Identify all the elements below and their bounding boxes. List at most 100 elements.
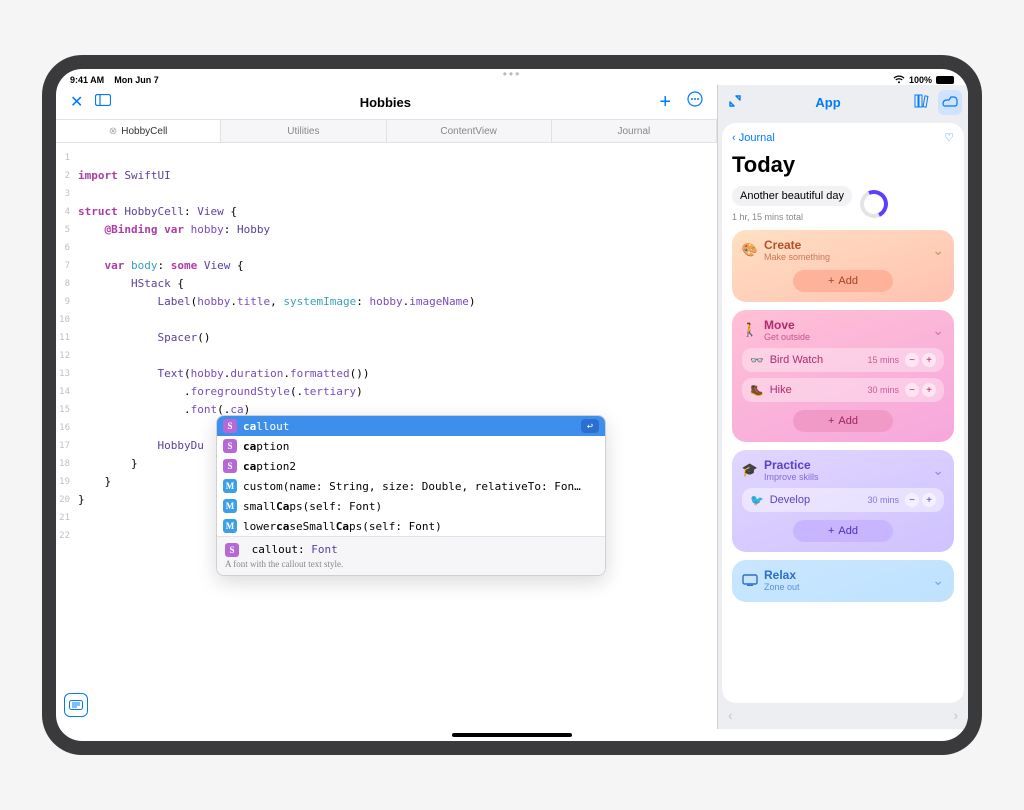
tab-label: HobbyCell — [121, 126, 167, 137]
editor-tabs: ⊗ HobbyCell Utilities ContentView Journa… — [56, 119, 717, 143]
autocomplete-signature-type: Font — [311, 543, 338, 556]
tv-icon — [742, 572, 758, 588]
code-editor-app: ✕ Hobbies + ⊗ HobbyCell — [56, 85, 718, 729]
add-button[interactable]: + Add — [793, 270, 893, 292]
decrement-button[interactable]: − — [905, 493, 919, 507]
status-time: 9:41 AM — [70, 75, 104, 85]
summary-text[interactable]: Another beautiful day — [732, 186, 852, 206]
card-title: Practice — [764, 458, 819, 472]
card-title: Relax — [764, 568, 800, 582]
card-relax[interactable]: Relax Zone out ⌄ — [732, 560, 954, 602]
autocomplete-footer: S callout: Font A font with the callout … — [217, 536, 605, 575]
card-subtitle: Improve skills — [764, 472, 819, 482]
battery-percent: 100% — [909, 75, 932, 85]
tab-contentview[interactable]: ContentView — [387, 120, 552, 142]
sidebar-toggle-icon[interactable] — [89, 89, 117, 115]
nav-forward-icon[interactable]: › — [953, 707, 958, 723]
code-editor[interactable]: 12import SwiftUI34struct HobbyCell: View… — [56, 143, 717, 729]
preview-nav: ‹ › — [718, 707, 968, 729]
page-heading: Today — [732, 152, 954, 178]
activity-label: Develop — [770, 494, 810, 506]
preview-mode-icon[interactable] — [938, 90, 962, 115]
status-date: Mon Jun 7 — [114, 75, 159, 85]
card-move[interactable]: 🚶 Move Get outside ⌄ 👓 Bird Watch 15 min… — [732, 310, 954, 442]
expand-icon[interactable] — [724, 90, 746, 115]
tab-close-icon[interactable]: ⊗ — [109, 126, 117, 137]
app-preview[interactable]: ‹ Journal ♡ Today Another beautiful day … — [722, 123, 964, 703]
card-subtitle: Get outside — [764, 332, 810, 342]
preview-title: App — [750, 95, 906, 110]
card-practice[interactable]: 🎓 Practice Improve skills ⌄ 🐦 Develop 30… — [732, 450, 954, 552]
struct-badge-icon: S — [223, 459, 237, 473]
card-title: Move — [764, 318, 810, 332]
tab-journal[interactable]: Journal — [552, 120, 717, 142]
activity-label: Bird Watch — [770, 354, 823, 366]
tab-hobbycell[interactable]: ⊗ HobbyCell — [56, 120, 221, 142]
nav-back-icon[interactable]: ‹ — [728, 707, 733, 723]
autocomplete-item[interactable]: MsmallCaps(self: Font) — [217, 496, 605, 516]
activity-row[interactable]: 🐦 Develop 30 mins −+ — [742, 488, 944, 512]
preview-toolbar: App — [718, 85, 968, 119]
method-badge-icon: M — [223, 499, 237, 513]
document-title: Hobbies — [117, 95, 653, 110]
add-button[interactable]: + Add — [793, 520, 893, 542]
method-badge-icon: M — [223, 479, 237, 493]
autocomplete-label: custom(name: String, size: Double, relat… — [243, 480, 581, 493]
back-button[interactable]: ‹ Journal — [732, 132, 775, 144]
chevron-down-icon[interactable]: ⌄ — [932, 572, 944, 589]
battery-icon — [936, 76, 954, 84]
graduation-icon: 🎓 — [742, 462, 758, 478]
return-key-icon[interactable]: ↩ — [581, 419, 599, 433]
chevron-down-icon[interactable]: ⌄ — [932, 242, 944, 259]
autocomplete-signature-name: callout — [252, 543, 298, 556]
autocomplete-label: caption — [243, 440, 289, 453]
autocomplete-label: lowercaseSmallCaps(self: Font) — [243, 520, 442, 533]
autocomplete-item[interactable]: Scaption — [217, 436, 605, 456]
close-button[interactable]: ✕ — [64, 88, 89, 116]
autocomplete-item[interactable]: MlowercaseSmallCaps(self: Font) — [217, 516, 605, 536]
autocomplete-item[interactable]: Scallout↩ — [217, 416, 605, 436]
activity-duration: 15 mins — [867, 355, 899, 365]
summary-row: Another beautiful day 1 hr, 15 mins tota… — [732, 186, 954, 222]
progress-ring-icon — [856, 186, 892, 222]
tab-label: ContentView — [440, 126, 497, 137]
summary-total: 1 hr, 15 mins total — [732, 212, 852, 222]
multitask-dots[interactable]: ••• — [492, 69, 532, 79]
tab-utilities[interactable]: Utilities — [221, 120, 386, 142]
palette-icon: 🎨 — [742, 242, 758, 258]
autocomplete-doc: A font with the callout text style. — [225, 559, 597, 569]
quick-actions-button[interactable] — [64, 693, 88, 717]
autocomplete-popup[interactable]: Scallout↩ScaptionScaption2Mcustom(name: … — [216, 415, 606, 576]
home-indicator[interactable] — [452, 733, 572, 737]
increment-button[interactable]: + — [922, 493, 936, 507]
method-badge-icon: M — [223, 519, 237, 533]
more-button[interactable] — [681, 87, 709, 118]
decrement-button[interactable]: − — [905, 383, 919, 397]
card-subtitle: Zone out — [764, 582, 800, 592]
activity-row[interactable]: 👓 Bird Watch 15 mins −+ — [742, 348, 944, 372]
increment-button[interactable]: + — [922, 353, 936, 367]
chevron-down-icon[interactable]: ⌄ — [932, 462, 944, 479]
chevron-down-icon[interactable]: ⌄ — [932, 322, 944, 339]
decrement-button[interactable]: − — [905, 353, 919, 367]
autocomplete-label: callout — [243, 420, 289, 433]
add-button[interactable]: + — [653, 87, 677, 118]
card-create[interactable]: 🎨 Create Make something ⌄ + Add — [732, 230, 954, 302]
binoculars-icon: 👓 — [750, 354, 764, 367]
autocomplete-item[interactable]: Mcustom(name: String, size: Double, rela… — [217, 476, 605, 496]
type-badge-icon: S — [225, 543, 239, 557]
favorite-icon[interactable]: ♡ — [944, 131, 954, 144]
activity-label: Hike — [770, 384, 792, 396]
tab-label: Journal — [617, 126, 650, 137]
autocomplete-item[interactable]: Scaption2 — [217, 456, 605, 476]
library-icon[interactable] — [910, 90, 934, 115]
increment-button[interactable]: + — [922, 383, 936, 397]
add-button[interactable]: + Add — [793, 410, 893, 432]
ipad-device-frame: ••• 9:41 AM Mon Jun 7 100% ✕ — [42, 55, 982, 755]
editor-toolbar: ✕ Hobbies + — [56, 85, 717, 119]
preview-app: App ‹ Journal ♡ Today — [718, 85, 968, 729]
activity-row[interactable]: 🥾 Hike 30 mins −+ — [742, 378, 944, 402]
tab-label: Utilities — [287, 126, 319, 137]
struct-badge-icon: S — [223, 439, 237, 453]
swift-icon: 🐦 — [750, 494, 764, 507]
